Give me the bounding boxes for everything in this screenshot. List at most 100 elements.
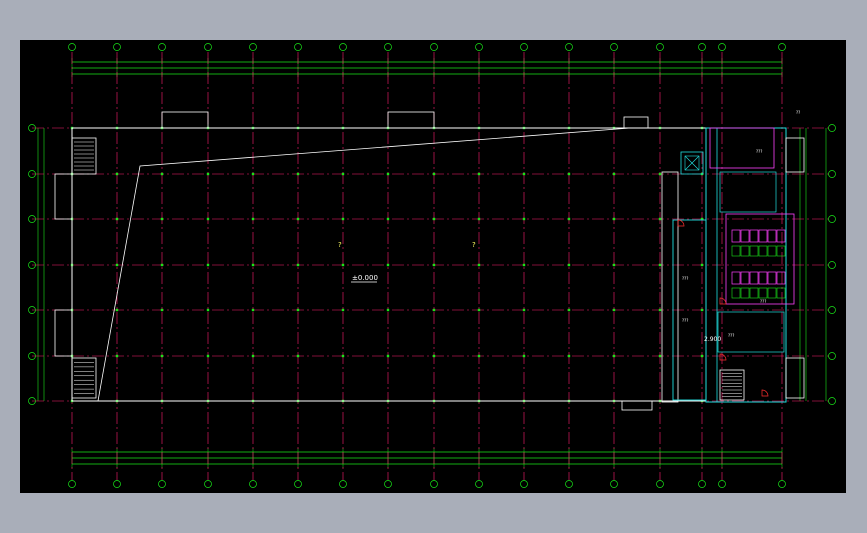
column <box>341 354 345 358</box>
column <box>432 263 436 267</box>
column <box>251 217 255 221</box>
column <box>115 263 119 267</box>
fixture <box>758 287 768 299</box>
fixture <box>740 245 750 257</box>
column <box>567 354 571 358</box>
column <box>206 354 210 358</box>
axis-bubble <box>158 43 166 51</box>
restroom <box>725 213 795 305</box>
cad-viewport[interactable]: ? ? ±0.000 2.900 ??? ??? ??? ??? ??? ?? <box>20 40 846 493</box>
cubicle <box>749 271 759 285</box>
column <box>477 263 481 267</box>
axis-bubble <box>113 480 121 488</box>
axis-bubble <box>656 43 664 51</box>
column <box>700 308 704 312</box>
column <box>160 263 164 267</box>
cubicle <box>740 229 750 243</box>
column <box>386 172 390 176</box>
floor-plan-drawing: ? ? ±0.000 2.900 ??? ??? ??? ??? ??? ?? <box>28 43 836 488</box>
column <box>612 354 616 358</box>
column <box>658 172 662 176</box>
column <box>251 263 255 267</box>
axis-bubble <box>718 480 726 488</box>
cubicle <box>758 229 768 243</box>
room-tag-5: ??? <box>760 299 766 304</box>
column <box>386 263 390 267</box>
column <box>206 308 210 312</box>
column <box>296 263 300 267</box>
dimension-label: 2.900 <box>704 336 721 343</box>
column <box>160 354 164 358</box>
dimension-lines <box>37 58 827 468</box>
column <box>612 308 616 312</box>
wall-opening <box>387 111 435 129</box>
axis-bubble <box>68 43 76 51</box>
side-bay <box>54 309 73 357</box>
axis-bubble <box>718 43 726 51</box>
column <box>522 263 526 267</box>
door-swing <box>719 353 727 361</box>
column <box>160 172 164 176</box>
column <box>477 308 481 312</box>
door-swing <box>677 219 685 227</box>
axis-bubble <box>565 480 573 488</box>
cubicle <box>749 229 759 243</box>
axis-bubble <box>204 43 212 51</box>
column <box>206 217 210 221</box>
fixture <box>749 245 759 257</box>
column <box>522 217 526 221</box>
axis-bubble <box>249 480 257 488</box>
axis-bubble <box>339 43 347 51</box>
column <box>296 354 300 358</box>
room-tag-2: ??? <box>728 333 734 338</box>
elevation-label: ±0.000 <box>352 274 378 282</box>
column <box>477 172 481 176</box>
axis-bubble <box>778 43 786 51</box>
column <box>296 308 300 312</box>
upper-room <box>709 127 775 169</box>
column <box>658 308 662 312</box>
column <box>477 217 481 221</box>
room-tag-6: ?? <box>796 110 800 115</box>
axis-bubble <box>610 480 618 488</box>
column <box>432 308 436 312</box>
axis-bubble <box>158 480 166 488</box>
fixture <box>758 245 768 257</box>
column <box>251 308 255 312</box>
column <box>700 263 704 267</box>
column <box>115 308 119 312</box>
room-tag-1: ??? <box>756 149 762 154</box>
axis-bubble <box>520 480 528 488</box>
wall-opening <box>161 111 209 129</box>
axis-bubbles <box>28 43 836 488</box>
column <box>658 217 662 221</box>
axis-bubble <box>778 480 786 488</box>
column <box>341 217 345 221</box>
fixture <box>767 245 777 257</box>
column <box>386 308 390 312</box>
axis-bubble <box>249 43 257 51</box>
fixture <box>776 245 786 257</box>
column <box>658 354 662 358</box>
axis-bubble <box>294 480 302 488</box>
axis-gridlines <box>32 52 832 480</box>
column <box>115 354 119 358</box>
column <box>612 217 616 221</box>
axis-bubble <box>565 43 573 51</box>
wall-opening <box>621 400 653 411</box>
boundary-line <box>97 127 631 402</box>
fixture <box>731 245 741 257</box>
axis-bubble <box>204 480 212 488</box>
column <box>612 263 616 267</box>
door-swing <box>761 389 769 397</box>
column <box>567 172 571 176</box>
axis-bubble <box>475 43 483 51</box>
cubicle <box>731 229 741 243</box>
room-mark-1: ? <box>338 241 342 249</box>
column <box>432 217 436 221</box>
column <box>206 263 210 267</box>
column <box>341 308 345 312</box>
stair <box>71 137 97 175</box>
upper-room-2 <box>719 171 777 213</box>
cubicle <box>776 229 786 243</box>
